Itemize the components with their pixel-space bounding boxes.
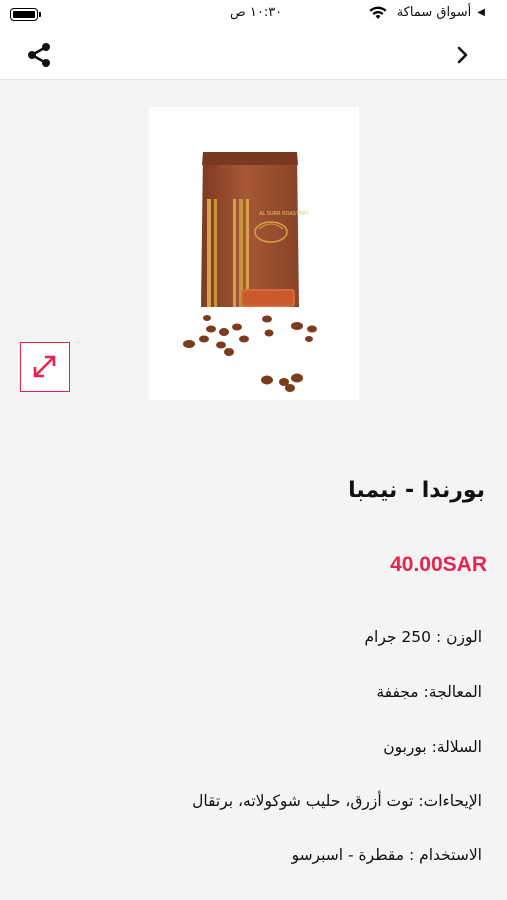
expand-image-button[interactable] <box>20 342 70 392</box>
battery-icon <box>10 8 38 21</box>
spec-weight: الوزن : 250 جرام <box>364 628 482 646</box>
share-button[interactable] <box>24 40 54 70</box>
spec-usage: الاستخدام : مقطرة - اسبرسو <box>291 846 482 864</box>
wifi-icon <box>369 6 387 19</box>
status-bar: ١٠:٣٠ ص ◀ أسواق سماكة <box>0 0 507 30</box>
expand-icon <box>33 355 56 378</box>
status-back-to-app[interactable]: ◀ أسواق سماكة <box>369 5 485 20</box>
nav-bar <box>0 30 507 80</box>
coffee-bag-image: AL SURR ROASTERY <box>183 152 317 392</box>
share-icon <box>28 43 50 67</box>
bag-brand-text: AL SURR ROASTERY <box>259 211 309 217</box>
spec-variety: السلالة: بوربون <box>383 738 482 756</box>
product-image[interactable]: AL SURR ROASTERY <box>149 107 359 400</box>
spec-process: المعالجة: مجففة <box>376 683 482 701</box>
back-app-label: أسواق سماكة <box>396 5 472 20</box>
play-back-icon: ◀ <box>477 7 485 18</box>
product-title: بورندا - نيمبا <box>348 478 485 503</box>
status-time: ١٠:٣٠ ص <box>230 5 283 20</box>
product-price: 40.00SAR <box>390 553 487 576</box>
chevron-right-icon <box>457 46 468 64</box>
back-button[interactable] <box>449 42 475 68</box>
spec-notes: الإيحاءات: توت أزرق، حليب شوكولاته، برتق… <box>192 792 482 810</box>
battery-tip <box>39 12 41 17</box>
